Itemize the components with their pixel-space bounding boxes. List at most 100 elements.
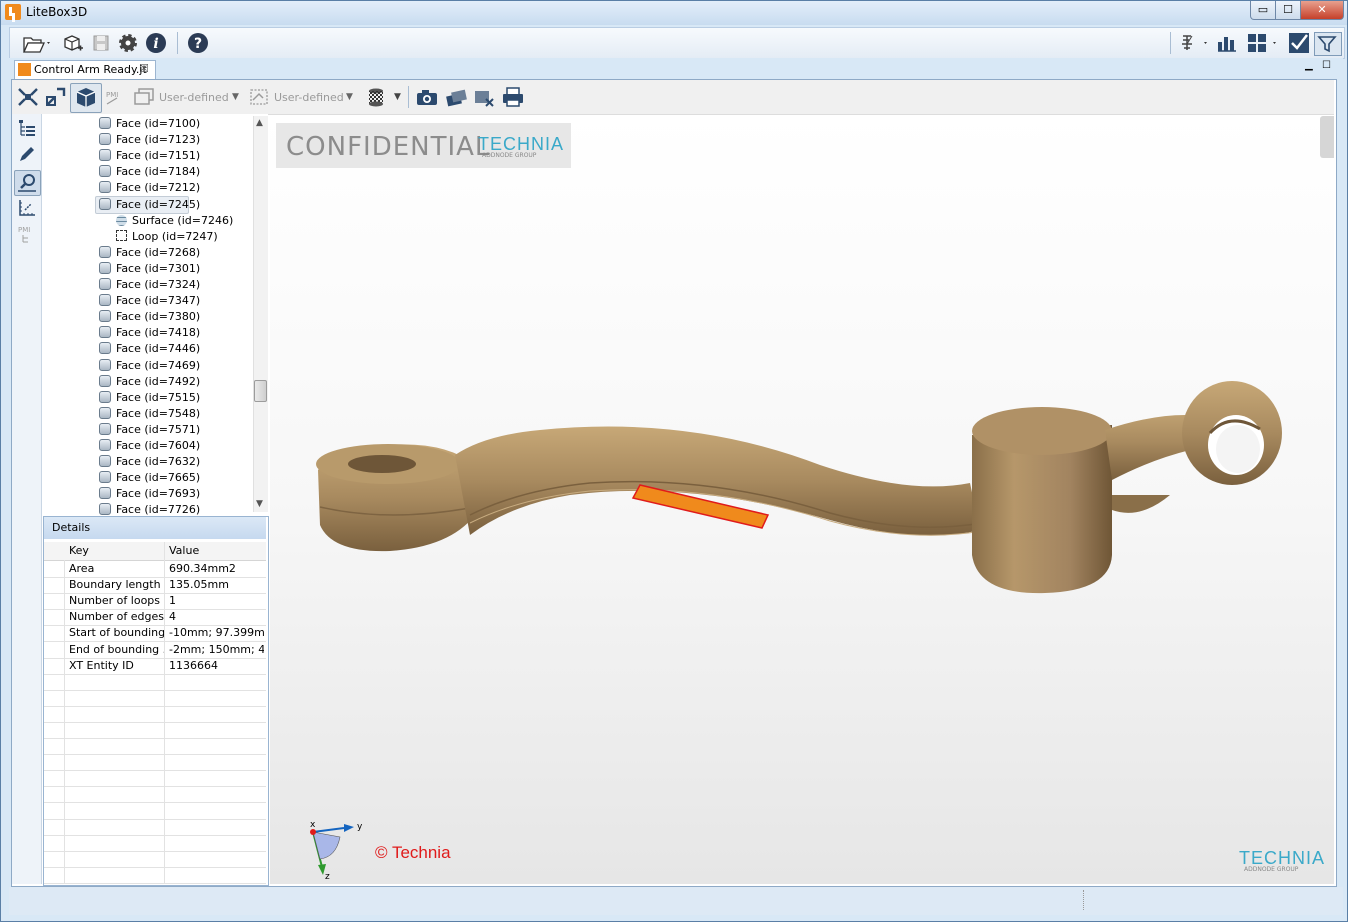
filter-select-icon[interactable]	[1314, 32, 1342, 56]
details-value: 1136664	[169, 659, 218, 672]
shaded-view-icon[interactable]	[70, 83, 102, 113]
tree-item-label: Face (id=7100)	[116, 117, 201, 130]
tree-item[interactable]: Face (id=7301)	[99, 261, 200, 277]
view-selector-icon[interactable]	[132, 86, 156, 108]
status-separator	[1083, 890, 1085, 910]
open-folder-icon[interactable]	[22, 32, 52, 54]
scroll-down-icon[interactable]: ▼	[256, 499, 263, 509]
tree-item[interactable]: Face (id=7100)	[99, 116, 200, 132]
section-view-icon[interactable]	[248, 86, 272, 108]
details-value: -10mm; 97.399m...	[169, 626, 264, 639]
face-icon	[99, 487, 111, 499]
add-model-icon[interactable]	[62, 32, 84, 54]
face-icon	[99, 246, 111, 258]
tree-item[interactable]: Face (id=7665)	[99, 470, 200, 486]
details-row[interactable]: Area 690.34mm2	[44, 561, 266, 578]
close-button[interactable]: ✕	[1300, 1, 1344, 20]
view-dropdown-2-arrow[interactable]: ▼	[346, 92, 353, 102]
tree-item-label: Face (id=7571)	[116, 423, 201, 436]
details-row[interactable]: Number of edges 4	[44, 609, 266, 626]
save-icon[interactable]	[90, 32, 112, 54]
tree-item[interactable]: Face (id=7693)	[99, 486, 200, 502]
details-row[interactable]: Boundary length 135.05mm	[44, 577, 266, 594]
delete-snapshot-icon[interactable]	[472, 86, 498, 108]
tree-item[interactable]: Face (id=7604)	[99, 438, 200, 454]
camera-icon[interactable]	[414, 86, 440, 108]
layout-grid-icon[interactable]	[1246, 32, 1280, 54]
print-icon[interactable]	[500, 86, 526, 108]
tree-item[interactable]: Face (id=7347)	[99, 293, 200, 309]
details-value: 690.34mm2	[169, 562, 236, 575]
control-arm-model[interactable]	[270, 115, 1334, 884]
details-row[interactable]: XT Entity ID 1136664	[44, 658, 266, 675]
details-col-key[interactable]: Key	[69, 544, 89, 557]
tree-item-label: Face (id=7492)	[116, 375, 201, 388]
info-icon[interactable]: i	[145, 32, 167, 54]
viewport-side-tab[interactable]	[1320, 116, 1334, 158]
view-minimize-icon[interactable]: ▁	[1305, 60, 1313, 71]
tree-item[interactable]: Surface (id=7246)	[116, 213, 233, 229]
details-row	[44, 786, 266, 803]
tree-item[interactable]: Loop (id=7247)	[116, 229, 218, 245]
face-icon	[99, 133, 111, 145]
explode-view-icon[interactable]	[1178, 32, 1210, 54]
snapshots-icon[interactable]	[444, 86, 470, 108]
details-row	[44, 803, 266, 820]
tree-item[interactable]: Face (id=7515)	[99, 390, 200, 406]
details-row[interactable]: Start of bounding... -10mm; 97.399m...	[44, 625, 266, 642]
minimize-button[interactable]: ▭	[1250, 1, 1276, 20]
tab-control-arm[interactable]: Control Arm Ready.jt ☒	[14, 60, 156, 79]
structure-tree-icon[interactable]	[17, 118, 37, 138]
details-row[interactable]: End of bounding ... -2mm; 150mm; 4...	[44, 642, 266, 659]
settings-gear-icon[interactable]	[117, 32, 139, 54]
details-value: 135.05mm	[169, 578, 229, 591]
tree-item[interactable]: Face (id=7571)	[99, 422, 200, 438]
measurement-axes-icon[interactable]	[17, 198, 37, 218]
tree-item[interactable]: Face (id=7446)	[99, 341, 200, 357]
tree-item[interactable]: Face (id=7380)	[99, 309, 200, 325]
tab-close-icon[interactable]: ☒	[139, 62, 149, 75]
tree-item[interactable]: Face (id=7268)	[99, 245, 200, 261]
scroll-up-icon[interactable]: ▲	[256, 118, 263, 128]
tree-item[interactable]: Face (id=7418)	[99, 325, 200, 341]
face-icon	[99, 375, 111, 387]
transparency-dropdown-arrow[interactable]: ▼	[394, 92, 401, 102]
title-bar[interactable]	[1, 1, 1347, 25]
measure-chart-icon[interactable]	[1216, 32, 1238, 54]
scroll-thumb[interactable]	[254, 380, 267, 402]
details-row[interactable]: Number of loops 1	[44, 593, 266, 610]
pmi-display-icon[interactable]: PMI	[104, 86, 128, 108]
tree-item[interactable]: Face (id=7548)	[99, 406, 200, 422]
help-icon[interactable]: ?	[187, 32, 209, 54]
face-icon	[99, 407, 111, 419]
tree-item[interactable]: Face (id=7492)	[99, 374, 200, 390]
tree-item[interactable]: Face (id=7324)	[99, 277, 200, 293]
zoom-extent-icon[interactable]	[44, 86, 68, 108]
check-mode-icon[interactable]	[1288, 32, 1310, 54]
markup-pen-icon[interactable]	[17, 144, 37, 164]
tree-item-label: Face (id=7380)	[116, 310, 201, 323]
tree-item[interactable]: Face (id=7212)	[99, 180, 200, 196]
fit-all-icon[interactable]	[16, 86, 40, 108]
tree-item-label: Face (id=7245)	[116, 198, 201, 211]
details-title: Details	[44, 517, 266, 539]
view-maximize-icon[interactable]: ☐	[1322, 60, 1331, 71]
maximize-button[interactable]: ☐	[1275, 1, 1301, 20]
details-key: Number of edges	[69, 610, 164, 623]
view-dropdown-1-arrow[interactable]: ▼	[232, 92, 239, 102]
pmi-tool-icon[interactable]: PMI	[17, 224, 37, 244]
inspect-magnifier-icon[interactable]	[14, 170, 41, 196]
tree-item[interactable]: Face (id=7184)	[99, 164, 200, 180]
view-dropdown-1-label[interactable]: User-defined	[159, 91, 229, 104]
tree-item[interactable]: Face (id=7632)	[99, 454, 200, 470]
tree-item[interactable]: Face (id=7469)	[99, 358, 200, 374]
details-key: Area	[69, 562, 95, 575]
tree-item[interactable]: Face (id=7245)	[99, 197, 200, 213]
3d-viewport[interactable]: x y z	[270, 115, 1334, 884]
details-col-value[interactable]: Value	[169, 544, 199, 557]
tree-item[interactable]: Face (id=7123)	[99, 132, 200, 148]
transparency-icon[interactable]	[364, 86, 388, 108]
tree-item[interactable]: Face (id=7151)	[99, 148, 200, 164]
tree-scrollbar[interactable]	[253, 116, 268, 512]
view-dropdown-2-label[interactable]: User-defined	[274, 91, 344, 104]
